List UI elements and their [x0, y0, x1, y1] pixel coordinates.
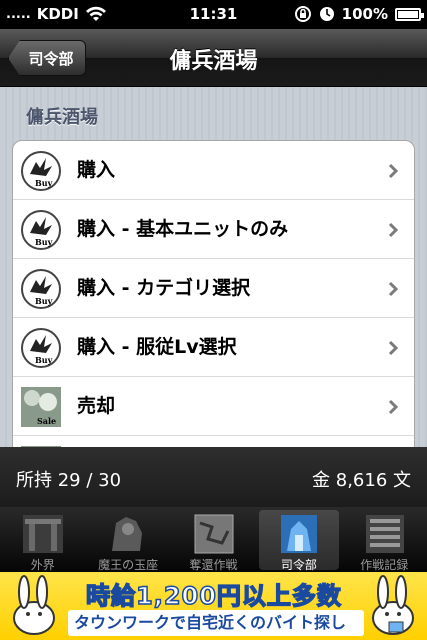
- chevron-right-icon: [388, 163, 398, 179]
- rabbit-mascot-icon: [372, 575, 414, 635]
- records-icon: [365, 515, 404, 553]
- tab-recapture[interactable]: 奪還作戦: [171, 507, 256, 572]
- tab-bar: 外界 魔王の玉座 奪還作戦 司令部 作戦記録: [0, 507, 427, 572]
- gold-amount: 金 8,616 文: [312, 470, 411, 491]
- tab-label: 司令部: [280, 558, 317, 572]
- list-item-buy-basic[interactable]: Buy 購入 - 基本ユニットのみ: [13, 200, 414, 259]
- tab-label: 奪還作戦: [189, 558, 238, 572]
- list-item-partial[interactable]: [13, 436, 414, 447]
- tab-label: 外界: [30, 558, 55, 572]
- navigation-bar: 司令部 傭兵酒場: [0, 29, 427, 87]
- status-bar: ..... KDDI 11:31 100%: [0, 0, 427, 29]
- headquarters-icon: [281, 515, 318, 553]
- svg-text:Buy: Buy: [35, 178, 53, 188]
- alarm-clock-icon: [319, 7, 334, 21]
- gate-icon: [23, 515, 63, 553]
- list-item-buy[interactable]: Buy 購入: [13, 141, 414, 200]
- svg-text:Buy: Buy: [35, 296, 53, 306]
- svg-text:Buy: Buy: [35, 237, 53, 247]
- battery-percent: 100%: [341, 5, 388, 23]
- rabbit-mascot-icon: [13, 575, 55, 635]
- section-header: 傭兵酒場: [26, 107, 98, 128]
- list-item-label: 購入 - カテゴリ選択: [77, 277, 251, 299]
- sale-icon: Sale: [21, 387, 61, 427]
- list-item-label: 購入 - 服従Lv選択: [77, 336, 237, 358]
- tab-label: 魔王の玉座: [98, 558, 159, 572]
- list-item-label: 購入: [77, 159, 116, 181]
- chevron-right-icon: [388, 222, 398, 238]
- tab-label: 作戦記録: [360, 558, 409, 572]
- dragon-buy-icon: Buy: [21, 210, 61, 250]
- dragon-buy-icon: Buy: [21, 269, 61, 309]
- resource-info-bar: 所持 29 / 30 金 8,616 文: [0, 447, 427, 507]
- unit-count: 所持 29 / 30: [16, 470, 122, 491]
- menu-table: Buy 購入 Buy 購入 - 基本ユニットのみ Buy 購入 - カテゴリ選択: [12, 140, 415, 447]
- list-item-buy-obedience[interactable]: Buy 購入 - 服従Lv選択: [13, 318, 414, 377]
- battery-icon: [395, 7, 424, 21]
- chevron-right-icon: [388, 340, 398, 356]
- page-title: 傭兵酒場: [169, 49, 258, 74]
- content-area: 傭兵酒場 Buy 購入 Buy 購入 - 基本ユニットのみ Buy 購入 - カ…: [0, 87, 427, 447]
- tab-headquarters[interactable]: 司令部: [256, 507, 341, 572]
- svg-text:Buy: Buy: [35, 355, 53, 365]
- dragon-buy-icon: Buy: [21, 151, 61, 191]
- list-item-buy-category[interactable]: Buy 購入 - カテゴリ選択: [13, 259, 414, 318]
- ad-banner[interactable]: 時給1,200円以上多数 タウンワークで自宅近くのバイト探し: [0, 572, 427, 640]
- chevron-right-icon: [388, 281, 398, 297]
- rotation-lock-icon: [294, 6, 311, 22]
- tab-records[interactable]: 作戦記録: [342, 507, 427, 572]
- list-item-label: 購入 - 基本ユニットのみ: [77, 218, 289, 240]
- throne-icon: [112, 517, 143, 551]
- list-item-label: 売却: [77, 395, 116, 417]
- tab-outside[interactable]: 外界: [0, 507, 85, 572]
- tab-throne[interactable]: 魔王の玉座: [85, 507, 170, 572]
- dragon-buy-icon: Buy: [21, 328, 61, 368]
- map-icon: [194, 514, 234, 554]
- chevron-right-icon: [388, 399, 398, 415]
- list-item-sell[interactable]: Sale 売却: [13, 377, 414, 436]
- ad-headline: 時給1,200円以上多数: [85, 581, 342, 611]
- ad-subline: タウンワークで自宅近くのバイト探し: [68, 610, 364, 636]
- svg-text:Sale: Sale: [37, 416, 56, 426]
